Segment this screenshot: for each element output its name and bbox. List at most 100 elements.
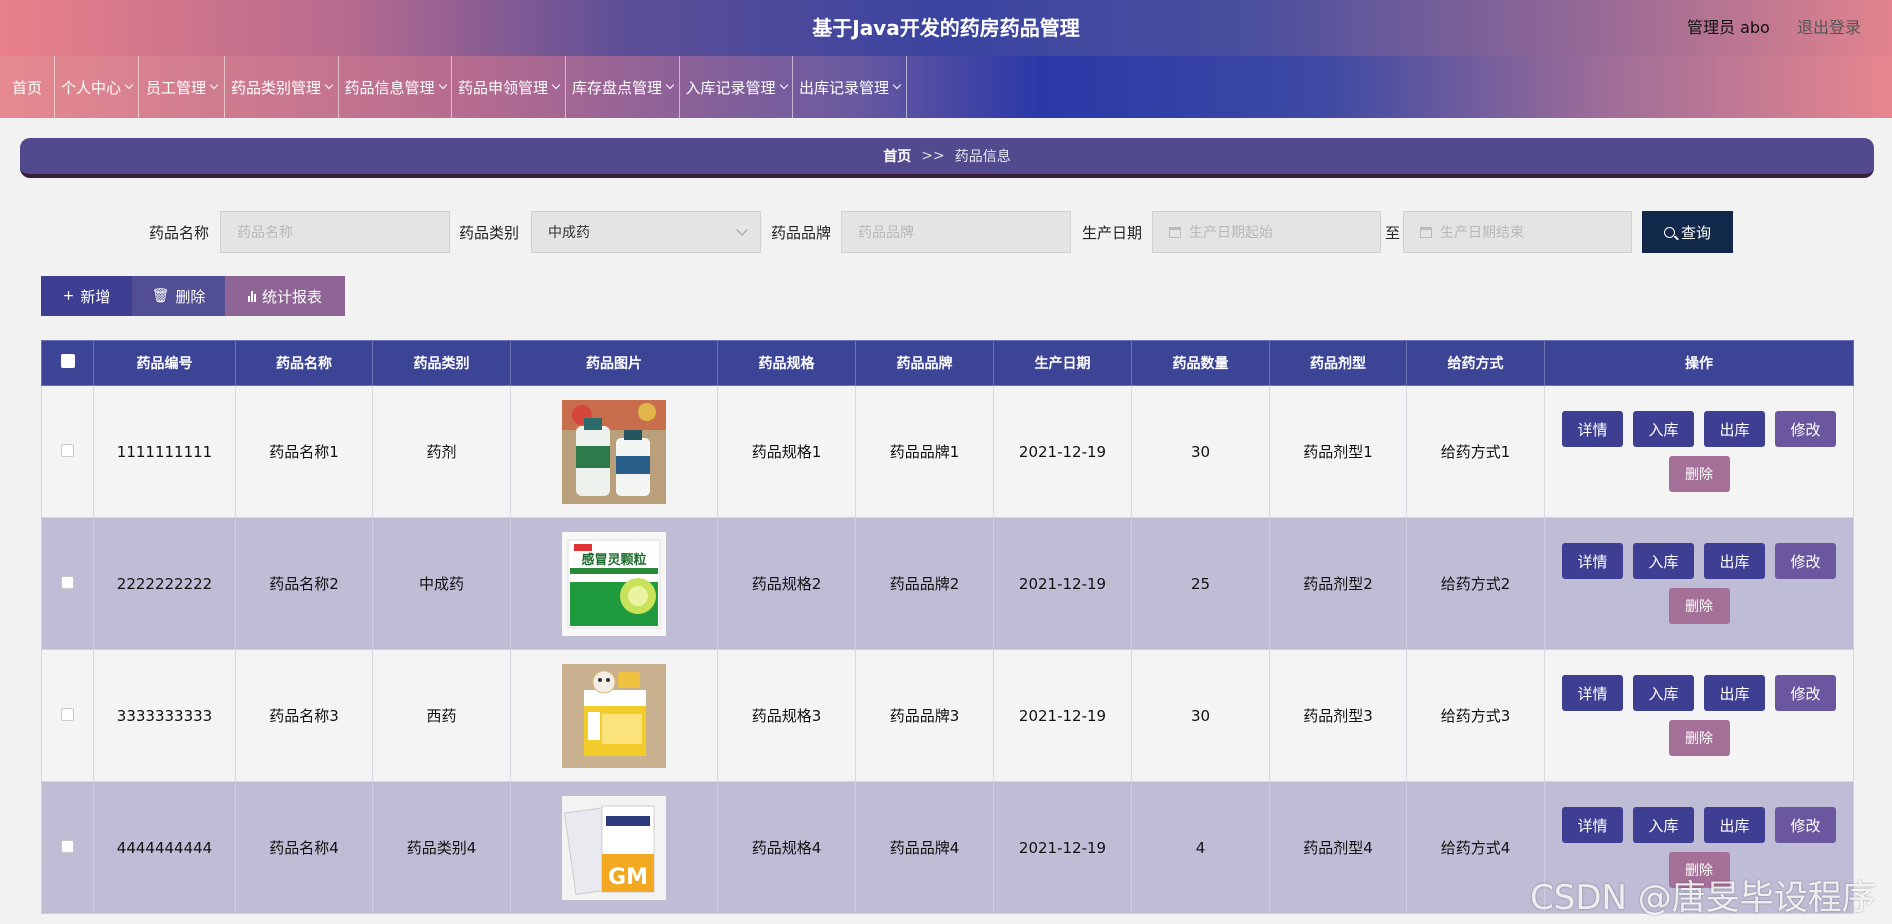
cell-category: 药剂	[372, 385, 511, 518]
edit-button[interactable]: 修改	[1775, 543, 1836, 579]
stock-in-button[interactable]: 入库	[1633, 543, 1694, 579]
nav-label: 库存盘点管理	[571, 78, 662, 97]
drug-image-bottles	[562, 399, 666, 504]
search-icon	[1663, 226, 1675, 238]
query-button[interactable]: 查询	[1642, 211, 1733, 253]
cell-route: 给药方式2	[1406, 517, 1545, 650]
table-header-row: 药品编号 药品名称 药品类别 药品图片 药品规格 药品品牌 生产日期 药品数量 …	[41, 340, 1854, 386]
chevron-down-icon	[892, 80, 902, 90]
batch-delete-button[interactable]: 🗑 删除	[132, 276, 225, 316]
cell-brand: 药品品牌1	[855, 385, 994, 518]
stock-in-button[interactable]: 入库	[1633, 807, 1694, 843]
cell-category: 中成药	[372, 517, 511, 650]
cell-quantity: 4	[1131, 781, 1270, 914]
cell-quantity: 30	[1131, 385, 1270, 518]
col-header: 药品类别	[372, 340, 511, 386]
row-select-cell	[41, 781, 94, 914]
cell-name: 药品名称1	[235, 385, 373, 518]
stock-in-button[interactable]: 入库	[1633, 675, 1694, 711]
date-label: 生产日期	[1082, 224, 1143, 242]
select-all-checkbox[interactable]	[60, 354, 75, 368]
cell-name: 药品名称3	[235, 649, 373, 782]
brand-search-input[interactable]: 药品品牌	[841, 211, 1071, 253]
logout-link[interactable]: 退出登录	[1797, 14, 1861, 38]
add-button[interactable]: + 新增	[41, 276, 132, 316]
stock-out-button[interactable]: 出库	[1704, 807, 1765, 843]
col-header: 药品品牌	[855, 340, 994, 386]
select-all-cell	[41, 340, 94, 386]
col-header: 药品编号	[93, 340, 236, 386]
detail-button[interactable]: 详情	[1562, 543, 1623, 579]
nav-item-drug-info[interactable]: 药品信息管理	[339, 56, 452, 118]
stock-out-button[interactable]: 出库	[1704, 411, 1765, 447]
delete-button[interactable]: 删除	[1668, 588, 1730, 624]
delete-button[interactable]: 删除	[1668, 720, 1730, 756]
row-checkbox[interactable]	[61, 575, 74, 589]
row-checkbox[interactable]	[61, 707, 74, 721]
nav-item-inventory[interactable]: 库存盘点管理	[566, 56, 680, 118]
cell-date: 2021-12-19	[993, 649, 1132, 782]
cell-quantity: 30	[1131, 649, 1270, 782]
chevron-down-icon	[438, 80, 447, 90]
cell-image	[510, 385, 718, 518]
top-header: 基于Java开发的药房药品管理 管理员 abo 退出登录	[0, 0, 1892, 56]
name-search-input[interactable]: 药品名称	[220, 211, 450, 253]
cell-quantity: 25	[1131, 517, 1270, 650]
row-checkbox[interactable]	[61, 443, 74, 457]
drug-image-text: GM	[608, 865, 648, 890]
stock-out-button[interactable]: 出库	[1704, 543, 1765, 579]
category-select[interactable]: 中成药	[531, 211, 761, 253]
cell-image	[510, 649, 718, 782]
cell-date: 2021-12-19	[993, 385, 1132, 518]
cell-route: 给药方式4	[1406, 781, 1545, 914]
drug-image-gm-sachet: GM	[562, 795, 666, 900]
stock-out-button[interactable]: 出库	[1704, 675, 1765, 711]
chevron-down-icon	[124, 80, 134, 90]
cell-name: 药品名称4	[235, 781, 373, 914]
table-row: 3333333333 药品名称3 西药 药品规格3 药品品牌3 2021-12-…	[41, 649, 1854, 782]
chevron-down-icon	[779, 80, 788, 90]
nav-item-staff[interactable]: 员工管理	[139, 56, 225, 118]
breadcrumb-current: 药品信息	[954, 149, 1011, 165]
nav-item-drug-category[interactable]: 药品类别管理	[225, 56, 339, 118]
name-placeholder: 药品名称	[237, 225, 293, 241]
cell-date: 2021-12-19	[993, 517, 1132, 650]
row-checkbox[interactable]	[61, 839, 74, 853]
drug-image-text: 感冒灵颗粒	[581, 552, 646, 568]
nav-item-profile[interactable]: 个人中心	[55, 56, 139, 118]
plus-icon: +	[62, 288, 75, 304]
nav-item-stock-out[interactable]: 出库记录管理	[793, 56, 907, 118]
nav-item-home[interactable]: 首页	[0, 56, 55, 118]
chevron-down-icon	[665, 80, 675, 90]
edit-button[interactable]: 修改	[1775, 807, 1836, 843]
cell-form: 药品剂型2	[1269, 517, 1407, 650]
edit-button[interactable]: 修改	[1775, 411, 1836, 447]
edit-button[interactable]: 修改	[1775, 675, 1836, 711]
drug-table: 药品编号 药品名称 药品类别 药品图片 药品规格 药品品牌 生产日期 药品数量 …	[41, 340, 1854, 914]
row-select-cell	[41, 517, 94, 650]
detail-button[interactable]: 详情	[1562, 675, 1623, 711]
cell-brand: 药品品牌4	[855, 781, 994, 914]
cell-actions: 详情 入库 出库 修改 删除	[1544, 517, 1854, 650]
date-end-input[interactable]: 生产日期结束	[1403, 211, 1632, 253]
calendar-icon	[1169, 226, 1181, 238]
nav-item-stock-in[interactable]: 入库记录管理	[680, 56, 793, 118]
col-header: 药品剂型	[1269, 340, 1407, 386]
cell-brand: 药品品牌3	[855, 649, 994, 782]
col-header: 药品数量	[1131, 340, 1270, 386]
row-select-cell	[41, 649, 94, 782]
report-button[interactable]: 统计报表	[225, 276, 345, 316]
date-start-input[interactable]: 生产日期起始	[1152, 211, 1381, 253]
report-button-label: 统计报表	[261, 287, 322, 306]
breadcrumb-home[interactable]: 首页	[883, 146, 911, 166]
detail-button[interactable]: 详情	[1562, 411, 1623, 447]
cell-actions: 详情 入库 出库 修改 删除	[1544, 385, 1854, 518]
detail-button[interactable]: 详情	[1562, 807, 1623, 843]
nav-item-drug-apply[interactable]: 药品申领管理	[452, 56, 566, 118]
cell-spec: 药品规格1	[717, 385, 856, 518]
cell-image: 感冒灵颗粒	[510, 517, 718, 650]
cell-route: 给药方式3	[1406, 649, 1545, 782]
delete-button[interactable]: 删除	[1668, 456, 1730, 492]
current-user: 管理员 abo	[1687, 18, 1770, 37]
stock-in-button[interactable]: 入库	[1633, 411, 1694, 447]
